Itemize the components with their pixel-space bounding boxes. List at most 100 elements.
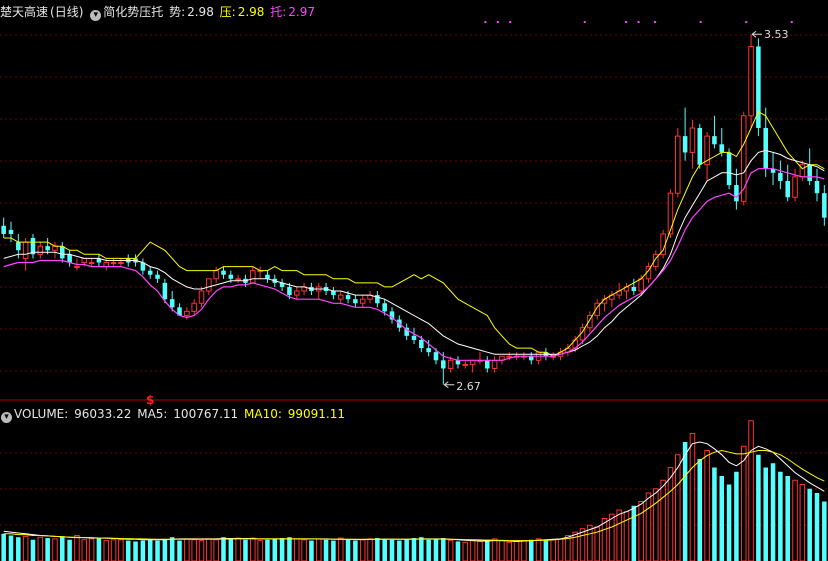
volume-bar-down [331, 540, 336, 561]
volume-bar-up [506, 541, 513, 561]
candle-body-down [785, 180, 790, 198]
ya-value: 2.98 [237, 5, 265, 19]
volume-bar-down [756, 454, 761, 561]
candle-body-up [88, 261, 95, 264]
ma10-label: MA10: [244, 407, 282, 421]
volume-bar-up [293, 538, 300, 561]
signal-dot [583, 21, 586, 23]
price-header: 楚天高速 (日线) ▾ 简化势压托 势: 2.98 压: 2.98 托: 2.97 [0, 3, 317, 21]
shi-label: 势: [169, 5, 186, 19]
candle [726, 148, 732, 190]
volume-bar-down [697, 459, 703, 561]
volume-bar-down [411, 538, 417, 561]
candle [778, 160, 783, 190]
volume-bar-up [74, 535, 80, 561]
shi-line [3, 149, 825, 355]
candle [250, 266, 256, 284]
signal-dot [654, 21, 657, 23]
candle [375, 291, 380, 308]
volume-bar-down [30, 539, 36, 561]
volume-bar-up [235, 537, 241, 561]
candle [265, 270, 270, 283]
tuo-label: 托: [270, 5, 287, 19]
candle [118, 258, 124, 267]
volume-bar-down [404, 538, 409, 561]
candle [235, 274, 241, 283]
candle-body-up [118, 261, 124, 264]
volume-bar-down [221, 537, 226, 561]
candle [279, 278, 285, 292]
volume-bar-up [689, 433, 696, 561]
candle [140, 258, 146, 275]
volume-bar-up [250, 537, 256, 561]
candle-body-down [433, 352, 439, 361]
volume-bar-up [118, 539, 124, 561]
high-annotation: 3.53 [751, 28, 789, 41]
candle-body-down [345, 295, 351, 300]
volume-bar-down [433, 538, 439, 561]
ma10-value: 99091.11 [287, 407, 345, 421]
candle [404, 323, 409, 340]
candle-body-down [155, 274, 160, 279]
volume-bar-up [792, 479, 798, 561]
volume-bar-down [272, 538, 278, 561]
volume-bar-down [67, 539, 72, 561]
volume-bar-up [704, 450, 710, 561]
volume-bar-down [162, 538, 168, 561]
candle [785, 164, 790, 202]
candle-body-up [689, 127, 696, 153]
candle-body-up [748, 45, 754, 117]
volume-bar-up [103, 540, 110, 561]
volume-bar-down [389, 539, 395, 561]
volume-bar-down [419, 537, 424, 561]
volume-bar-down [543, 540, 549, 561]
price-panel: 3.532.67$ [1, 21, 827, 407]
volume-bar-up [301, 539, 307, 561]
volume-dropdown-icon[interactable]: ▾ [1, 412, 12, 423]
candle-body-down [712, 136, 717, 145]
signal-dot [496, 21, 499, 23]
candle-body-up [792, 176, 798, 198]
volume-bar-down [155, 540, 160, 561]
candle-body-down [67, 254, 72, 263]
candle [389, 307, 395, 324]
candle [822, 185, 827, 226]
candle [1, 217, 6, 239]
volume-bar-up [198, 540, 205, 561]
candle-body-down [60, 246, 65, 259]
candle-body-down [441, 360, 446, 369]
candle [623, 282, 630, 300]
volume-bar-down [1, 533, 6, 561]
volume-bar-down [8, 535, 14, 561]
candle [601, 295, 608, 312]
candle [462, 360, 469, 369]
volume-bar-up [550, 539, 556, 561]
candle [315, 282, 322, 300]
period-label: (日线) [50, 5, 84, 19]
volume-bar-down [785, 476, 790, 561]
candle [697, 123, 703, 169]
volume-bar-up [447, 540, 454, 561]
volume-bar-up [191, 539, 197, 561]
candle [337, 291, 344, 304]
volume-bar-down [279, 538, 285, 561]
volume-bar-down [323, 539, 329, 561]
volume-bar-down [60, 536, 65, 561]
candle-body-up [198, 290, 205, 304]
volume-bar-up [609, 513, 615, 561]
volume-bar-down [397, 540, 402, 561]
volume-bar-down [726, 484, 732, 561]
volume-bar-down [807, 488, 812, 561]
candle-body-down [697, 127, 703, 165]
volume-bar-down [485, 539, 490, 561]
volume-bar-up [491, 538, 498, 561]
ma5-label: MA5: [137, 407, 168, 421]
candle [301, 282, 307, 296]
volume-bar-down [265, 539, 270, 561]
indicator-dropdown-icon[interactable]: ▾ [90, 10, 102, 21]
candle-body-up [638, 278, 644, 292]
volume-bar-down [309, 540, 314, 561]
candle-body-up [191, 302, 197, 312]
volume-bar-down [822, 501, 827, 561]
volume-bar-down [814, 493, 820, 561]
